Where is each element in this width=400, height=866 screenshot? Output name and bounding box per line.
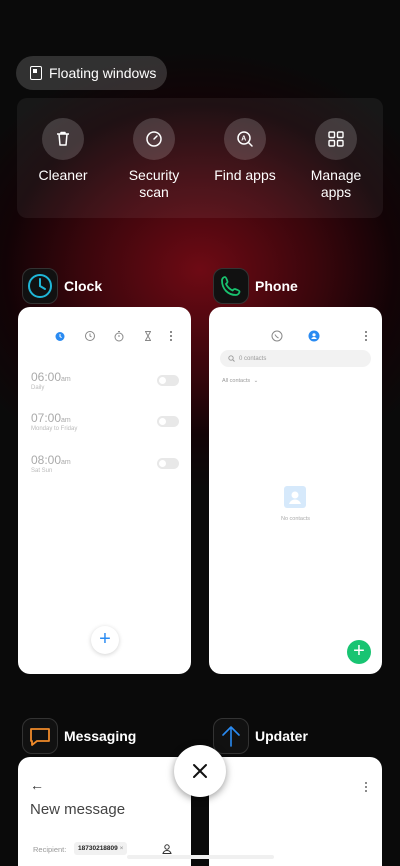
- empty-contacts-icon: [284, 486, 306, 508]
- trash-icon: [42, 118, 84, 160]
- alarm-repeat: Sat Sun: [31, 468, 53, 474]
- alarm-toggle[interactable]: [157, 375, 179, 386]
- contacts-search-placeholder: 0 contacts: [239, 355, 267, 362]
- alarm-repeat: Daily: [31, 385, 45, 391]
- alarm-ampm: am: [61, 376, 71, 383]
- quick-tools-panel: Cleaner Security scan A Find apps Manage…: [17, 98, 383, 218]
- phone-app-header[interactable]: Phone: [213, 268, 298, 304]
- manage-label-2: apps: [320, 184, 352, 200]
- contacts-tab-icon[interactable]: [308, 329, 320, 347]
- clock-app-name: Clock: [64, 278, 103, 294]
- alarm-time: 06:00: [31, 370, 62, 384]
- alarm-item[interactable]: 07:00am Monday to Friday: [31, 411, 77, 432]
- find-apps-tool[interactable]: A Find apps: [199, 118, 291, 184]
- messaging-app-header[interactable]: Messaging: [22, 718, 136, 754]
- clear-all-button[interactable]: [174, 745, 226, 797]
- contacts-search-input[interactable]: 0 contacts: [220, 350, 371, 367]
- search-icon: [228, 355, 235, 362]
- close-icon: [193, 764, 207, 778]
- back-arrow-icon[interactable]: ←: [30, 777, 44, 793]
- security-label-2: scan: [139, 184, 169, 200]
- alarm-time: 07:00: [31, 411, 62, 425]
- recipient-chip[interactable]: 18730218809 ×: [74, 842, 128, 855]
- stopwatch-tab-icon[interactable]: [113, 329, 125, 347]
- floating-windows-label: Floating windows: [49, 65, 157, 81]
- security-label-1: Security: [128, 167, 180, 183]
- phone-app-icon: [213, 268, 249, 304]
- new-message-title: New message: [30, 801, 126, 818]
- alarm-item[interactable]: 08:00am Sat Sun: [31, 453, 71, 474]
- more-icon[interactable]: [364, 329, 368, 347]
- remove-recipient-icon[interactable]: ×: [120, 845, 124, 852]
- messaging-app-name: Messaging: [64, 728, 137, 744]
- more-icon[interactable]: [169, 329, 173, 347]
- cleaner-label: Cleaner: [38, 167, 88, 183]
- alarm-time: 08:00: [31, 453, 62, 467]
- floating-windows-button[interactable]: Floating windows: [16, 56, 167, 90]
- updater-app-icon: [213, 718, 249, 754]
- updater-app-name: Updater: [255, 728, 308, 744]
- find-apps-icon: A: [224, 118, 266, 160]
- messaging-app-card[interactable]: ← New message Recipient: 18730218809 ×: [18, 757, 191, 866]
- security-scan-tool[interactable]: Security scan: [108, 118, 200, 201]
- floating-window-icon: [30, 66, 42, 80]
- contacts-filter-dropdown[interactable]: All contacts ⌄: [222, 378, 258, 384]
- alarm-ampm: am: [61, 417, 71, 424]
- phone-app-name: Phone: [255, 278, 298, 294]
- messaging-app-icon: [22, 718, 58, 754]
- alarm-toggle[interactable]: [157, 416, 179, 427]
- contacts-filter-label: All contacts: [222, 378, 251, 384]
- add-contact-button[interactable]: +: [347, 640, 371, 664]
- grid-icon: [315, 118, 357, 160]
- updater-app-header[interactable]: Updater: [213, 718, 308, 754]
- manage-label-1: Manage: [310, 167, 362, 183]
- clock-app-header[interactable]: Clock: [22, 268, 102, 304]
- chevron-down-icon: ⌄: [253, 378, 259, 384]
- manage-apps-tool[interactable]: Manage apps: [290, 118, 382, 201]
- cleaner-tool[interactable]: Cleaner: [17, 118, 109, 184]
- world-clock-tab-icon[interactable]: [84, 329, 96, 347]
- clock-app-card[interactable]: 06:00am Daily 07:00am Monday to Friday 0…: [18, 307, 191, 674]
- clock-app-icon: [22, 268, 58, 304]
- find-apps-label: Find apps: [214, 167, 276, 183]
- alarm-item[interactable]: 06:00am Daily: [31, 370, 71, 391]
- home-indicator[interactable]: [127, 855, 274, 859]
- alarm-repeat: Monday to Friday: [31, 426, 78, 432]
- svg-text:A: A: [241, 136, 246, 143]
- updater-app-card[interactable]: [209, 757, 382, 866]
- timer-tab-icon[interactable]: [142, 329, 154, 347]
- alarm-ampm: am: [61, 459, 71, 466]
- add-alarm-button[interactable]: +: [91, 626, 119, 654]
- recipient-label: Recipient:: [33, 845, 67, 854]
- empty-contacts-text: No contacts: [280, 516, 311, 522]
- alarm-tab-icon[interactable]: [54, 329, 66, 347]
- alarm-toggle[interactable]: [157, 458, 179, 469]
- recipient-value: 18730218809: [78, 845, 118, 852]
- security-scan-icon: [133, 118, 175, 160]
- phone-app-card[interactable]: 0 contacts All contacts ⌄ No contacts +: [209, 307, 382, 674]
- recents-tab-icon[interactable]: [271, 329, 283, 347]
- more-icon[interactable]: [364, 780, 368, 798]
